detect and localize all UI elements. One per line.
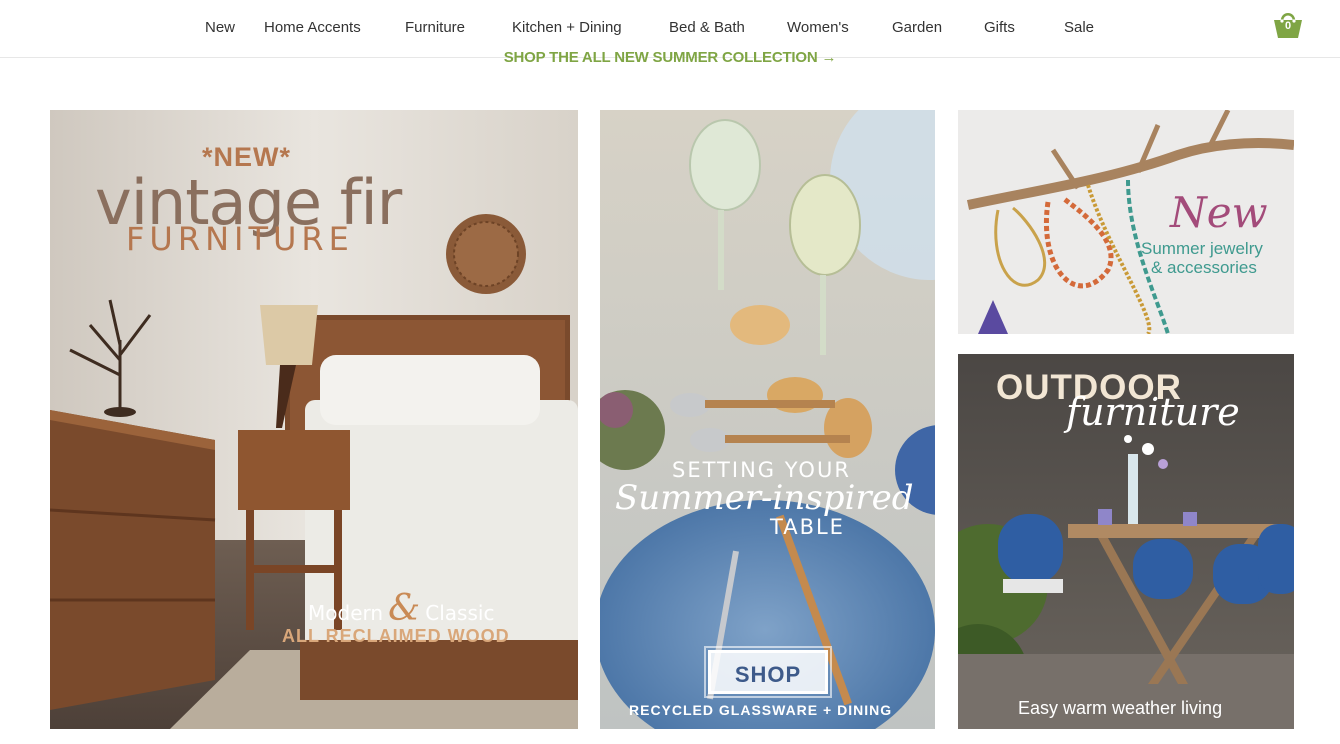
tile-vintage-fir-furniture[interactable]: *NEW* vintage fir FURNITURE Modern & Cla… bbox=[50, 110, 578, 729]
tile-caption: RECYCLED GLASSWARE + DINING bbox=[629, 702, 893, 718]
tile-outdoor-script: furniture bbox=[1066, 390, 1240, 434]
nav-item-gifts[interactable]: Gifts bbox=[984, 19, 1015, 37]
tile-summer-table[interactable]: SETTING YOUR Summer-inspired TABLE SHOP … bbox=[600, 110, 935, 729]
cart-button[interactable]: 0 bbox=[1271, 8, 1305, 40]
tile-subtitle: FURNITURE bbox=[126, 220, 354, 258]
tile-new-script: New bbox=[1170, 188, 1268, 237]
tagline-ampersand: & bbox=[388, 588, 421, 629]
nav-item-bed-bath[interactable]: Bed & Bath bbox=[669, 19, 745, 37]
tagline-modern: Modern bbox=[308, 601, 384, 625]
tile-outdoor-furniture[interactable]: OUTDOOR furniture Easy warm weather livi… bbox=[958, 354, 1294, 729]
promo-link[interactable]: SHOP THE ALL NEW SUMMER COLLECTION → bbox=[0, 49, 1340, 66]
tile-line-summer: Summer-inspired bbox=[615, 478, 914, 518]
arrow-right-icon: → bbox=[821, 49, 837, 66]
nav-item-new[interactable]: New bbox=[205, 19, 235, 37]
tagline-reclaimed: ALL RECLAIMED WOOD bbox=[282, 626, 510, 646]
cart-count: 0 bbox=[1284, 20, 1292, 32]
nav-item-furniture[interactable]: Furniture bbox=[405, 19, 465, 37]
nav-item-garden[interactable]: Garden bbox=[892, 19, 942, 37]
tile-line-accessories: & accessories bbox=[1151, 258, 1257, 277]
nav-item-kitchen-dining[interactable]: Kitchen + Dining bbox=[512, 19, 622, 37]
tile-outdoor-caption: Easy warm weather living bbox=[1018, 698, 1223, 718]
tile-summer-jewelry[interactable]: New Summer jewelry & accessories bbox=[958, 110, 1294, 334]
nav-item-home-accents[interactable]: Home Accents bbox=[264, 19, 361, 37]
tile-line-table: TABLE bbox=[770, 515, 845, 539]
tile-line-jewelry: Summer jewelry bbox=[1141, 239, 1263, 258]
shop-button[interactable]: SHOP bbox=[704, 646, 832, 698]
dining-table-photo bbox=[600, 110, 935, 729]
tile-tagline: Modern & Classic bbox=[308, 588, 494, 629]
promo-text: SHOP THE ALL NEW SUMMER COLLECTION bbox=[503, 49, 818, 66]
nav-item-sale[interactable]: Sale bbox=[1064, 19, 1094, 37]
nav-item-womens[interactable]: Women's bbox=[787, 19, 849, 37]
tagline-classic: Classic bbox=[425, 601, 495, 625]
